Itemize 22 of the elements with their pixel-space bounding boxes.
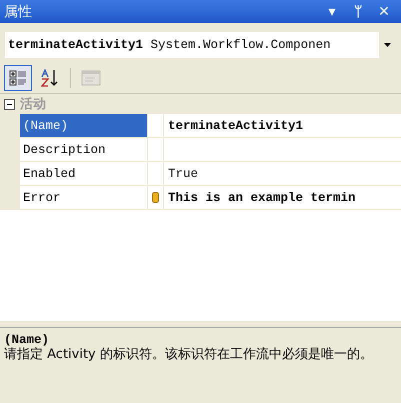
property-value[interactable]: True <box>168 166 198 180</box>
category-label: 活动 <box>20 96 46 113</box>
window-title: 属性 <box>4 2 33 20</box>
property-page-icon <box>81 70 101 86</box>
sort-az-icon <box>41 69 59 87</box>
property-name[interactable]: (Name) <box>20 114 148 137</box>
property-value[interactable]: This is an example termin <box>168 190 356 204</box>
object-selector[interactable]: terminateActivity1 System.Workflow.Componen <box>4 31 397 59</box>
description-title: (Name) <box>4 333 50 347</box>
property-name[interactable]: Description <box>20 138 148 161</box>
collapse-icon[interactable] <box>4 98 15 110</box>
title-bar-button[interactable]: ✕ <box>371 4 397 20</box>
property-name[interactable]: Enabled <box>20 162 148 185</box>
categorized-list-icon <box>9 69 27 87</box>
property-value[interactable]: terminateActivity1 <box>168 118 304 132</box>
description-text: 请指定 Activity 的标识符。该标识符在工作流中必须是唯一的。 <box>4 347 374 362</box>
categorized-view-button[interactable] <box>4 65 32 91</box>
title-bar-button[interactable]: ▾ <box>319 4 345 20</box>
object-name: terminateActivity1 <box>8 38 144 52</box>
object-type: System.Workflow.Componen <box>150 38 331 52</box>
title-bar-button[interactable]: ᛘ <box>345 4 371 20</box>
property-name[interactable]: Error <box>20 186 148 209</box>
